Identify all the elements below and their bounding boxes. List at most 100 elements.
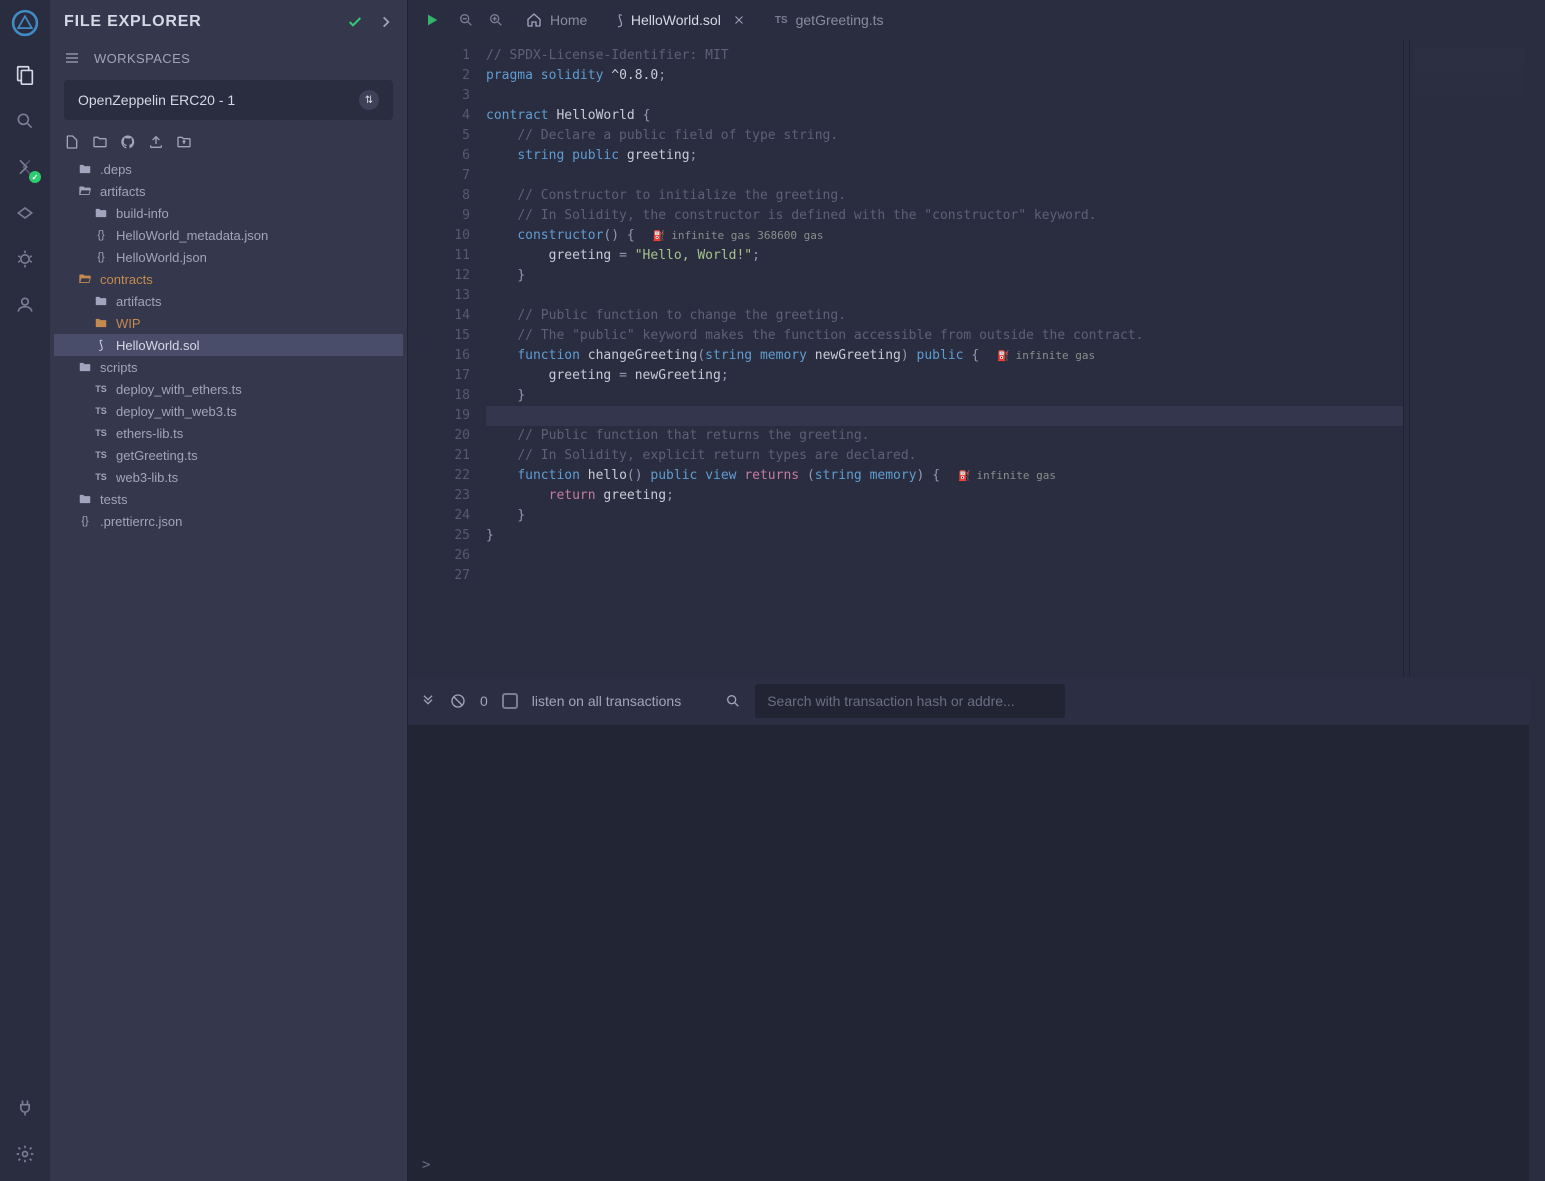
- file-label: ethers-lib.ts: [116, 426, 183, 441]
- tree-item[interactable]: TSweb3-lib.ts: [54, 466, 403, 488]
- upload-folder-icon[interactable]: [176, 134, 192, 150]
- tree-item[interactable]: contracts: [54, 268, 403, 290]
- code-line: [486, 566, 1403, 586]
- compiler-icon[interactable]: [12, 154, 38, 180]
- file-icon: [78, 184, 92, 198]
- main-area: Home ⟆ HelloWorld.sol TS getGreeting.ts …: [408, 0, 1529, 1181]
- file-label: artifacts: [100, 184, 146, 199]
- github-icon[interactable]: [120, 134, 136, 150]
- file-icon: {}: [94, 251, 108, 263]
- file-icon: [94, 316, 108, 330]
- tree-item[interactable]: build-info: [54, 202, 403, 224]
- code-line: [486, 286, 1403, 306]
- code-editor[interactable]: // SPDX-License-Identifier: MITpragma so…: [478, 40, 1403, 677]
- code-line: // Declare a public field of type string…: [486, 126, 1403, 146]
- line-number: 7: [408, 166, 470, 186]
- file-icon: TS: [94, 450, 108, 460]
- line-number: 25: [408, 526, 470, 546]
- tree-item[interactable]: TSdeploy_with_web3.ts: [54, 400, 403, 422]
- file-label: HelloWorld.sol: [116, 338, 200, 353]
- file-explorer-icon[interactable]: [12, 62, 38, 88]
- hamburger-icon[interactable]: [64, 50, 80, 66]
- line-number: 1: [408, 46, 470, 66]
- line-number: 24: [408, 506, 470, 526]
- line-number: 21: [408, 446, 470, 466]
- new-file-icon[interactable]: [64, 134, 80, 150]
- terminal-body[interactable]: [408, 725, 1529, 1149]
- file-label: web3-lib.ts: [116, 470, 178, 485]
- file-icon: TS: [94, 428, 108, 438]
- code-line: }: [486, 506, 1403, 526]
- file-icon: TS: [94, 406, 108, 416]
- workspace-name: OpenZeppelin ERC20 - 1: [78, 92, 235, 108]
- listen-checkbox[interactable]: [502, 693, 518, 709]
- file-label: tests: [100, 492, 127, 507]
- minimap[interactable]: [1409, 40, 1529, 677]
- upload-icon[interactable]: [148, 134, 164, 150]
- zoom-in-icon[interactable]: [488, 12, 504, 28]
- code-line: greeting = newGreeting;: [486, 366, 1403, 386]
- tree-item[interactable]: TS getGreeting.ts: [54, 444, 403, 466]
- tree-item[interactable]: WIP: [54, 312, 403, 334]
- tree-item[interactable]: artifacts: [54, 180, 403, 202]
- file-icon: [94, 206, 108, 220]
- tab-home[interactable]: Home: [512, 0, 601, 40]
- file-icon: ⟆: [94, 338, 108, 352]
- tree-item[interactable]: TS ethers-lib.ts: [54, 422, 403, 444]
- close-icon[interactable]: [733, 14, 745, 26]
- tab-active[interactable]: ⟆ HelloWorld.sol: [603, 0, 758, 40]
- file-label: getGreeting.ts: [116, 448, 198, 463]
- tree-item[interactable]: {}.prettierrc.json: [54, 510, 403, 532]
- remix-logo[interactable]: [8, 6, 42, 40]
- file-label: build-info: [116, 206, 169, 221]
- tree-item[interactable]: tests: [54, 488, 403, 510]
- prompt-symbol: >: [422, 1157, 430, 1173]
- plug-icon[interactable]: [12, 1095, 38, 1121]
- code-line: // The "public" keyword makes the functi…: [486, 326, 1403, 346]
- solidity-icon: ⟆: [617, 12, 622, 29]
- tree-item[interactable]: artifacts: [54, 290, 403, 312]
- collapse-icon[interactable]: [420, 693, 436, 709]
- tree-item[interactable]: TSdeploy_with_ethers.ts: [54, 378, 403, 400]
- debugger-icon[interactable]: [12, 246, 38, 272]
- tree-item[interactable]: ⟆ HelloWorld.sol: [54, 334, 403, 356]
- line-number: 17: [408, 366, 470, 386]
- workspace-selector[interactable]: OpenZeppelin ERC20 - 1 ⇅: [64, 80, 393, 120]
- tab-third[interactable]: TS getGreeting.ts: [761, 0, 898, 40]
- file-tree: .deps artifacts build-info {} HelloWorld_met…: [50, 158, 407, 1181]
- file-icon: {}: [94, 229, 108, 241]
- deploy-icon[interactable]: [12, 200, 38, 226]
- file-label: WIP: [116, 316, 141, 331]
- new-folder-icon[interactable]: [92, 134, 108, 150]
- chevron-right-icon[interactable]: [379, 15, 393, 29]
- terminal-prompt[interactable]: >: [408, 1149, 1529, 1181]
- code-line: }: [486, 266, 1403, 286]
- compile-success-badge: [29, 171, 41, 183]
- chevron-updown-icon: ⇅: [359, 90, 379, 110]
- workspaces-header: WORKSPACES: [50, 44, 407, 72]
- file-explorer-panel: FILE EXPLORER WORKSPACES OpenZeppelin ER…: [50, 0, 408, 1181]
- line-number: 18: [408, 386, 470, 406]
- search-icon[interactable]: [12, 108, 38, 134]
- settings-icon[interactable]: [12, 1141, 38, 1167]
- tree-item[interactable]: .deps: [54, 158, 403, 180]
- term-search-icon[interactable]: [725, 693, 741, 709]
- run-icon[interactable]: [424, 12, 440, 28]
- tree-item[interactable]: {} HelloWorld_metadata.json: [54, 224, 403, 246]
- plugin-manager-icon[interactable]: [12, 292, 38, 318]
- code-line: function changeGreeting(string memory ne…: [486, 346, 1403, 366]
- tab-home-label: Home: [550, 12, 587, 28]
- tree-item[interactable]: scripts: [54, 356, 403, 378]
- check-icon[interactable]: [347, 14, 363, 30]
- code-line: contract HelloWorld {: [486, 106, 1403, 126]
- code-line: // Public function that returns the gree…: [486, 426, 1403, 446]
- clear-icon[interactable]: [450, 693, 466, 709]
- code-line: // Public function to change the greetin…: [486, 306, 1403, 326]
- zoom-out-icon[interactable]: [458, 12, 474, 28]
- file-label: deploy_with_ethers.ts: [116, 382, 242, 397]
- terminal-search-input[interactable]: [755, 684, 1065, 718]
- file-label: HelloWorld_metadata.json: [116, 228, 268, 243]
- code-line: string public greeting;: [486, 146, 1403, 166]
- tree-item[interactable]: {}HelloWorld.json: [54, 246, 403, 268]
- code-line: [486, 546, 1403, 566]
